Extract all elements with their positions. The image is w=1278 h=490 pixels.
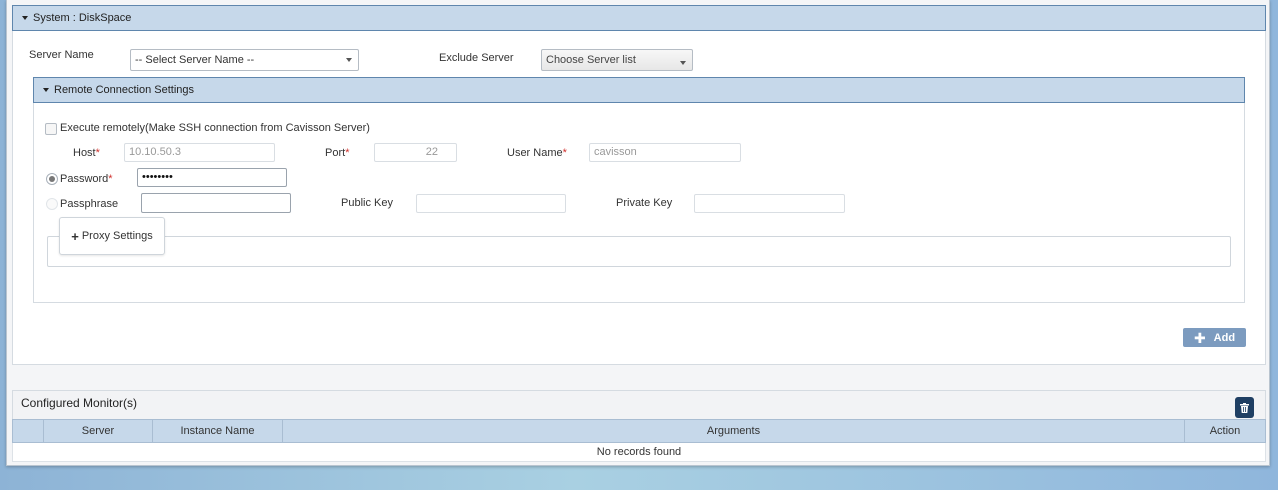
column-header-arguments[interactable]: Arguments <box>282 419 1185 443</box>
dropdown-arrow-icon <box>680 61 686 65</box>
configured-monitors-header: Configured Monitor(s) <box>12 390 1266 420</box>
collapse-caret-icon <box>43 88 49 92</box>
empty-message: No records found <box>12 442 1266 462</box>
configured-monitors-title: Configured Monitor(s) <box>21 396 138 410</box>
passphrase-radio[interactable] <box>46 198 58 210</box>
add-button[interactable]: ✚ Add <box>1183 328 1246 347</box>
server-name-value: -- Select Server Name -- <box>135 54 255 66</box>
port-label: Port* <box>325 147 350 159</box>
host-label: Host* <box>73 147 100 159</box>
proxy-settings-fieldset <box>47 236 1231 267</box>
collapse-caret-icon <box>22 16 28 20</box>
column-header-select[interactable] <box>12 419 44 443</box>
exclude-server-value: Choose Server list <box>546 54 636 66</box>
server-name-label: Server Name <box>29 49 94 61</box>
public-key-label: Public Key <box>341 197 393 209</box>
private-key-input[interactable] <box>694 194 845 213</box>
password-radio[interactable] <box>46 173 58 185</box>
column-header-server[interactable]: Server <box>43 419 153 443</box>
public-key-input[interactable] <box>416 194 566 213</box>
plus-icon: ✚ <box>1193 329 1206 346</box>
port-input[interactable]: 22 <box>374 143 457 162</box>
exclude-server-label: Exclude Server <box>439 52 514 64</box>
add-button-label: Add <box>1213 331 1236 344</box>
trash-icon <box>1240 402 1249 413</box>
password-label: Password* <box>60 173 113 185</box>
username-input[interactable]: cavisson <box>589 143 741 162</box>
password-input[interactable]: •••••••• <box>137 168 287 187</box>
panel-title: System : DiskSpace <box>33 12 132 24</box>
remote-connection-header[interactable]: Remote Connection Settings <box>33 77 1245 103</box>
column-header-instance-name[interactable]: Instance Name <box>152 419 283 443</box>
passphrase-label: Passphrase <box>60 198 119 210</box>
configured-monitors-table: Server Instance Name Arguments Action No… <box>12 419 1266 462</box>
exclude-server-select[interactable]: Choose Server list <box>541 49 693 71</box>
server-name-select[interactable]: -- Select Server Name -- <box>130 49 359 71</box>
delete-button[interactable] <box>1235 397 1254 418</box>
table-row: No records found <box>12 442 1266 462</box>
plus-icon: + <box>71 228 79 244</box>
proxy-settings-label: Proxy Settings <box>81 230 153 242</box>
passphrase-input[interactable] <box>141 193 291 213</box>
column-header-action[interactable]: Action <box>1184 419 1266 443</box>
host-input[interactable]: 10.10.50.3 <box>124 143 275 162</box>
dropdown-arrow-icon <box>346 58 352 62</box>
execute-remotely-label: Execute remotely(Make SSH connection fro… <box>60 122 370 134</box>
execute-remotely-checkbox[interactable] <box>45 123 57 135</box>
proxy-settings-toggle[interactable]: + Proxy Settings <box>59 217 165 255</box>
remote-connection-title: Remote Connection Settings <box>54 84 195 96</box>
private-key-label: Private Key <box>616 197 673 209</box>
diskspace-panel-header[interactable]: System : DiskSpace <box>12 5 1266 31</box>
username-label: User Name* <box>507 147 567 159</box>
